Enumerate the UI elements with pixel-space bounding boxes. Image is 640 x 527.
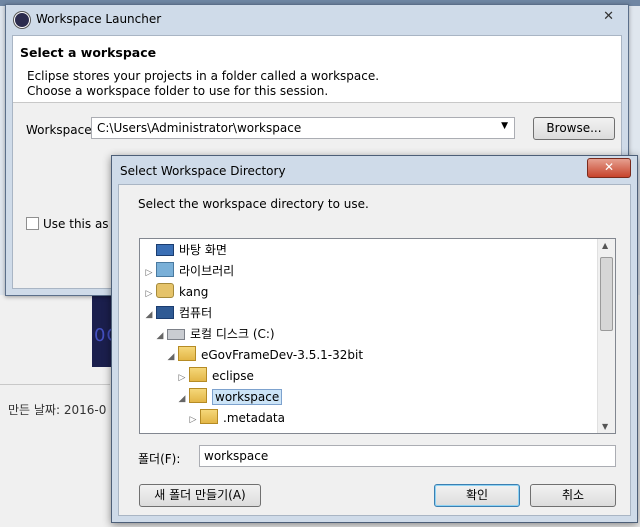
- dialog-title: Select Workspace Directory: [120, 164, 286, 178]
- drive-icon: [167, 329, 185, 340]
- workspace-combo-value: C:\Users\Administrator\workspace: [97, 121, 302, 135]
- close-icon[interactable]: ✕: [603, 9, 614, 24]
- header-title: Select a workspace: [20, 45, 157, 60]
- workspace-combo[interactable]: C:\Users\Administrator\workspace ▼: [91, 117, 515, 139]
- new-folder-button[interactable]: 새 폴더 만들기(A): [139, 484, 261, 507]
- launcher-title: Workspace Launcher: [36, 12, 162, 26]
- folder-icon: [200, 409, 218, 424]
- tree-item-drive-c[interactable]: ◢ 로컬 디스크 (C:): [155, 324, 275, 344]
- computer-icon: [156, 306, 174, 319]
- tree-item-label: .metadata: [223, 411, 285, 425]
- launcher-titlebar[interactable]: Workspace Launcher ✕: [6, 5, 628, 33]
- chevron-down-icon[interactable]: ▼: [501, 121, 508, 131]
- expand-icon[interactable]: ▷: [188, 410, 198, 430]
- tree-item-egovframe[interactable]: ◢ eGovFrameDev-3.5.1-32bit: [166, 345, 363, 365]
- tree-scrollbar[interactable]: ▲ ▼: [597, 239, 615, 433]
- ok-button[interactable]: 확인: [434, 484, 520, 507]
- background-divider: [0, 384, 110, 385]
- use-default-checkbox[interactable]: Use this as th: [26, 217, 125, 231]
- workspace-label: Workspace:: [26, 123, 96, 137]
- header-description: Eclipse stores your projects in a folder…: [27, 69, 380, 83]
- collapse-icon[interactable]: ◢: [144, 305, 154, 325]
- tree-item-eclipse[interactable]: ▷ eclipse: [177, 366, 254, 386]
- collapse-icon[interactable]: ◢: [177, 389, 187, 409]
- folder-icon: [178, 346, 196, 361]
- folder-label: 폴더(F):: [138, 452, 181, 466]
- folder-icon: [189, 388, 207, 403]
- select-directory-dialog: Select Workspace Directory ✕ Select the …: [111, 155, 638, 523]
- tree-item-label: 컴퓨터: [179, 306, 213, 320]
- expand-icon[interactable]: ▷: [144, 284, 154, 304]
- tree-item-label: kang: [179, 285, 209, 299]
- tree-item-label: 바탕 화면: [179, 243, 227, 257]
- launcher-header: Select a workspace Eclipse stores your p…: [13, 36, 621, 103]
- header-description-2: Choose a workspace folder to use for thi…: [27, 84, 329, 98]
- dialog-close-button[interactable]: ✕: [587, 158, 631, 178]
- tree-item-library[interactable]: ▷ 라이브러리: [144, 261, 234, 281]
- expand-icon[interactable]: ▷: [144, 263, 154, 283]
- eclipse-icon: [14, 12, 30, 28]
- tree-item-desktop[interactable]: 바탕 화면: [144, 240, 227, 260]
- tree-item-label: eclipse: [212, 369, 254, 383]
- collapse-icon[interactable]: ◢: [166, 347, 176, 367]
- scroll-thumb[interactable]: [600, 257, 613, 331]
- scroll-up-icon[interactable]: ▲: [602, 241, 608, 250]
- folder-tree[interactable]: 바탕 화면 ▷ 라이브러리 ▷ kang ◢ 컴퓨터 ◢ 로컬 디스크 (C:) ◢ eG…: [139, 238, 616, 434]
- expand-icon[interactable]: ▷: [177, 368, 187, 388]
- tree-item-workspace[interactable]: ◢ workspace: [177, 387, 283, 409]
- folder-input[interactable]: workspace: [199, 445, 616, 467]
- tree-item-label: 로컬 디스크 (C:): [190, 327, 275, 341]
- dialog-body: Select the workspace directory to use. 바…: [118, 184, 631, 516]
- tree-item-label: eGovFrameDev-3.5.1-32bit: [201, 348, 364, 362]
- browse-button[interactable]: Browse...: [533, 117, 615, 140]
- tree-item-user[interactable]: ▷ kang: [144, 282, 208, 302]
- scroll-down-icon[interactable]: ▼: [602, 422, 608, 431]
- checkbox-icon[interactable]: [26, 217, 39, 230]
- library-icon: [156, 262, 174, 277]
- desktop-icon: [156, 244, 174, 256]
- dialog-description: Select the workspace directory to use.: [138, 197, 369, 211]
- background-date-label: 만든 날짜: 2016-0: [8, 403, 107, 417]
- collapse-icon[interactable]: ◢: [155, 326, 165, 346]
- cancel-button[interactable]: 취소: [530, 484, 616, 507]
- tree-item-label: workspace: [212, 389, 283, 405]
- folder-icon: [189, 367, 207, 382]
- user-icon: [156, 283, 174, 298]
- tree-item-metadata[interactable]: ▷ .metadata: [188, 408, 285, 428]
- tree-item-computer[interactable]: ◢ 컴퓨터: [144, 303, 212, 323]
- tree-item-label: 라이브러리: [179, 264, 235, 278]
